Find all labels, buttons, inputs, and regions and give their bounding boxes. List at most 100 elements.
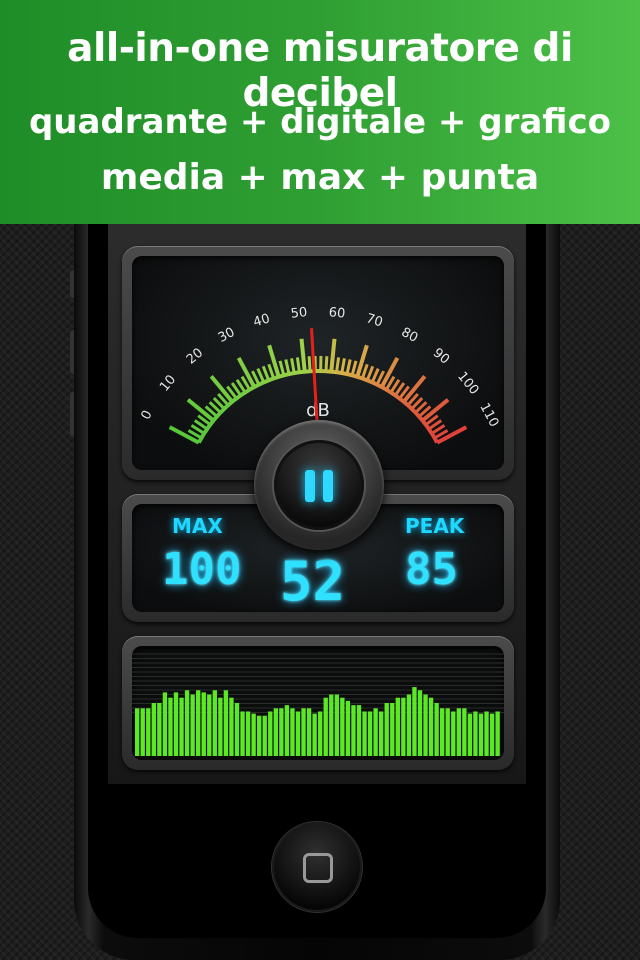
level-bar xyxy=(445,708,450,756)
level-bar xyxy=(279,708,284,756)
level-bar xyxy=(207,694,212,756)
banner-features-line: quadrante + digitale + grafico xyxy=(28,102,612,142)
level-bar xyxy=(268,711,273,756)
level-bar xyxy=(273,708,278,756)
level-bar xyxy=(379,711,384,756)
level-bar xyxy=(212,690,217,756)
dial-scale-label: 0 xyxy=(139,408,156,422)
dial-tick xyxy=(295,357,301,373)
level-bar xyxy=(351,705,356,756)
dial-tick xyxy=(350,360,358,376)
level-bar xyxy=(373,708,378,756)
level-bar xyxy=(356,705,362,756)
dial-scale-label: 30 xyxy=(216,325,238,346)
dial-tick xyxy=(365,365,375,381)
dial-scale-label: 10 xyxy=(157,372,179,394)
level-bar xyxy=(478,713,484,756)
level-bar xyxy=(367,711,373,756)
dial-tick xyxy=(360,363,369,379)
dial-tick xyxy=(345,359,352,375)
level-bar xyxy=(362,711,367,756)
dial-tick xyxy=(340,358,346,374)
level-bar xyxy=(467,713,473,756)
level-bar xyxy=(462,708,467,756)
dial-tick xyxy=(370,368,380,383)
level-bar xyxy=(334,694,339,756)
max-label: MAX xyxy=(172,514,223,538)
level-bar xyxy=(218,697,223,756)
dial-tick xyxy=(307,356,312,372)
level-bar xyxy=(301,708,306,756)
dial-scale-label: 80 xyxy=(399,325,421,346)
level-bar xyxy=(168,697,173,756)
level-bar xyxy=(340,697,345,756)
level-graph-face xyxy=(132,646,504,760)
level-bar xyxy=(140,708,145,756)
dial-scale-label: 50 xyxy=(290,305,308,322)
level-bar xyxy=(323,697,328,756)
peak-value: 85 xyxy=(405,544,458,595)
level-bar xyxy=(223,690,229,756)
level-bar xyxy=(196,690,201,756)
level-bar xyxy=(495,711,500,756)
level-bar xyxy=(245,711,251,756)
home-square-icon xyxy=(303,853,333,883)
dial-tick xyxy=(256,368,266,383)
level-bar xyxy=(406,694,412,756)
dial-tick xyxy=(290,358,296,374)
level-bar xyxy=(390,703,395,756)
level-bar xyxy=(151,703,156,756)
dial-tick xyxy=(261,365,271,381)
level-bar xyxy=(423,694,428,756)
dial-scale-label: 100 xyxy=(454,369,481,398)
dial-scale-label: 70 xyxy=(364,311,384,330)
dial-tick xyxy=(267,363,276,379)
level-bar xyxy=(401,697,406,756)
home-button[interactable] xyxy=(272,822,362,912)
level-bar xyxy=(473,711,478,756)
dial-scale-label: 40 xyxy=(252,311,272,330)
dial-tick xyxy=(299,338,307,372)
level-graph-panel xyxy=(122,636,514,770)
dial-tick xyxy=(284,359,291,375)
level-bar xyxy=(312,713,317,756)
level-bar xyxy=(184,690,190,756)
level-bar xyxy=(157,703,162,756)
level-bar xyxy=(384,703,389,756)
level-bar xyxy=(201,692,206,756)
dial-tick xyxy=(278,360,286,376)
level-bar xyxy=(345,700,351,756)
level-bars xyxy=(135,687,500,756)
level-bar xyxy=(489,713,495,756)
level-bar xyxy=(262,715,267,756)
level-bar xyxy=(456,708,461,756)
level-bar xyxy=(190,694,195,756)
level-bar xyxy=(284,705,290,756)
level-bar xyxy=(135,708,140,756)
dial-scale-label: 20 xyxy=(184,346,206,368)
level-bar xyxy=(428,697,434,756)
level-bar xyxy=(229,697,234,756)
level-bar xyxy=(146,708,151,756)
level-bar xyxy=(295,711,301,756)
level-bar xyxy=(451,711,456,756)
level-bar xyxy=(417,690,423,756)
dial-scale-label: 110 xyxy=(476,401,501,430)
level-bar xyxy=(234,703,240,756)
level-history-graph xyxy=(132,653,504,756)
level-bar xyxy=(434,703,439,756)
level-bar xyxy=(484,711,489,756)
level-bar xyxy=(257,715,262,756)
level-bar xyxy=(179,697,184,756)
level-bar xyxy=(412,687,417,756)
max-value: 100 xyxy=(162,544,242,595)
level-bar xyxy=(251,713,256,756)
level-bar xyxy=(290,708,295,756)
dial-tick xyxy=(329,338,337,372)
level-bar xyxy=(318,711,323,756)
dial-tick xyxy=(335,357,341,373)
dial-scale-label: 90 xyxy=(430,346,452,368)
level-bar xyxy=(329,694,334,756)
promo-banner: all-in-one misuratore di decibel quadran… xyxy=(0,0,640,224)
pause-button[interactable] xyxy=(274,440,364,530)
